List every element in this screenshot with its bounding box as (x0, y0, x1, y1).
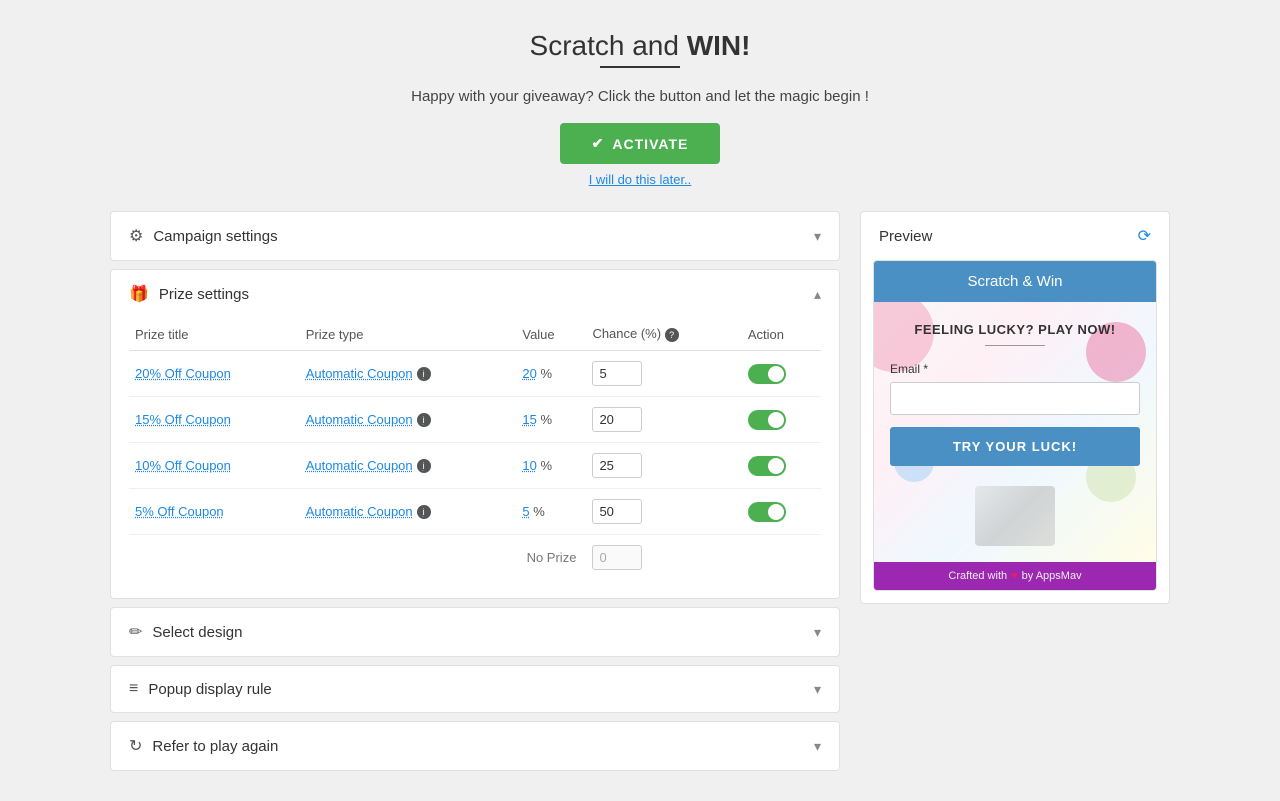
chevron-down-icon-refer: ▾ (814, 738, 821, 755)
refresh-icon-refer: ↻ (129, 736, 142, 756)
percent-sign-2: % (540, 458, 552, 473)
chance-input-0[interactable] (592, 361, 642, 386)
toggle-0[interactable] (748, 364, 786, 384)
coupon-info-icon-1[interactable]: i (417, 413, 431, 427)
coupon-type-1[interactable]: Automatic Coupon i (306, 412, 511, 427)
toggle-2[interactable] (748, 456, 786, 476)
prize-table-wrapper: Prize title Prize type Value Chance (%) … (111, 318, 839, 598)
page-title: Scratch and WIN! (530, 30, 751, 62)
chevron-up-icon: ▴ (814, 286, 821, 303)
select-design-header[interactable]: ✏ Select design ▾ (111, 608, 839, 656)
coupon-info-icon-0[interactable]: i (417, 367, 431, 381)
prize-value-2[interactable]: 10 (522, 458, 536, 473)
popup-display-title: Popup display rule (148, 681, 271, 698)
chance-input-1[interactable] (592, 407, 642, 432)
refer-header[interactable]: ↻ Refer to play again ▾ (111, 722, 839, 770)
campaign-settings-header[interactable]: ⚙ Campaign settings ▾ (111, 212, 839, 260)
prize-title-link-1[interactable]: 15% Off Coupon (135, 412, 231, 427)
prize-value-0[interactable]: 20 (522, 366, 536, 381)
lucky-divider (985, 345, 1045, 346)
select-design-title: Select design (152, 624, 242, 641)
chevron-down-icon: ▾ (814, 228, 821, 245)
popup-display-header[interactable]: ≡ Popup display rule ▾ (111, 666, 839, 712)
prize-settings-header[interactable]: 🎁 Prize settings ▴ (111, 270, 839, 318)
pencil-icon: ✏ (129, 622, 142, 642)
coupon-info-icon-2[interactable]: i (417, 459, 431, 473)
later-link[interactable]: I will do this later.. (589, 172, 692, 187)
prize-value-3[interactable]: 5 (522, 504, 529, 519)
no-prize-row: No Prize (129, 535, 821, 581)
prize-title-link-3[interactable]: 5% Off Coupon (135, 504, 224, 519)
prize-title-link-2[interactable]: 10% Off Coupon (135, 458, 231, 473)
chance-input-3[interactable] (592, 499, 642, 524)
email-input[interactable] (890, 382, 1140, 415)
prize-settings-title: Prize settings (159, 286, 249, 303)
col-prize-type: Prize type (300, 318, 517, 351)
toggle-1[interactable] (748, 410, 786, 430)
campaign-settings-title: Campaign settings (153, 228, 277, 245)
activate-button[interactable]: ✔ ACTIVATE (560, 123, 721, 164)
col-chance: Chance (%) ? (586, 318, 741, 351)
widget-body: FEELING LUCKY? PLAY NOW! Email * TRY YOU… (874, 302, 1156, 562)
chance-input-2[interactable] (592, 453, 642, 478)
prize-title-link-0[interactable]: 20% Off Coupon (135, 366, 231, 381)
sliders-icon: ≡ (129, 680, 138, 698)
heart-icon: ♥ (1011, 570, 1018, 582)
gear-icon: ⚙ (129, 226, 143, 246)
gift-icon: 🎁 (129, 284, 149, 304)
feeling-lucky-text: FEELING LUCKY? PLAY NOW! (890, 322, 1140, 337)
checkmark-icon: ✔ (592, 135, 605, 152)
prize-table: Prize title Prize type Value Chance (%) … (129, 318, 821, 580)
table-row: 10% Off Coupon Automatic Coupon i 10 % (129, 443, 821, 489)
chevron-down-icon-popup: ▾ (814, 681, 821, 698)
prize-settings-section: 🎁 Prize settings ▴ Prize title Prize typ… (110, 269, 840, 599)
preview-title: Preview (879, 228, 932, 245)
widget-footer: Crafted with ♥ by AppsMav (874, 562, 1156, 590)
select-design-section: ✏ Select design ▾ (110, 607, 840, 657)
percent-sign-0: % (540, 366, 552, 381)
refer-title: Refer to play again (152, 738, 278, 755)
no-prize-label: No Prize (527, 550, 577, 565)
widget-header: Scratch & Win (874, 261, 1156, 302)
coupon-info-icon-3[interactable]: i (417, 505, 431, 519)
left-panel: ⚙ Campaign settings ▾ 🎁 Prize settings ▴ (110, 211, 840, 771)
percent-sign-1: % (540, 412, 552, 427)
table-row: 5% Off Coupon Automatic Coupon i 5 % (129, 489, 821, 535)
coupon-type-2[interactable]: Automatic Coupon i (306, 458, 511, 473)
toggle-3[interactable] (748, 502, 786, 522)
scratch-visual (975, 486, 1055, 546)
table-row: 15% Off Coupon Automatic Coupon i 15 % (129, 397, 821, 443)
refresh-icon-preview[interactable]: ⟳ (1138, 226, 1151, 246)
try-luck-button[interactable]: TRY YOUR LUCK! (890, 427, 1140, 466)
no-prize-input[interactable] (592, 545, 642, 570)
preview-header: Preview ⟳ (861, 212, 1169, 260)
preview-panel: Preview ⟳ Scratch & Win FEELING LUCKY? P… (860, 211, 1170, 604)
widget-content: FEELING LUCKY? PLAY NOW! Email * TRY YOU… (890, 322, 1140, 546)
campaign-settings-section: ⚙ Campaign settings ▾ (110, 211, 840, 261)
chevron-down-icon-design: ▾ (814, 624, 821, 641)
prize-value-1[interactable]: 15 (522, 412, 536, 427)
email-label: Email * (890, 362, 1140, 376)
coupon-type-0[interactable]: Automatic Coupon i (306, 366, 511, 381)
col-prize-title: Prize title (129, 318, 300, 351)
col-value: Value (516, 318, 586, 351)
chance-info-icon[interactable]: ? (665, 328, 679, 342)
popup-display-section: ≡ Popup display rule ▾ (110, 665, 840, 713)
percent-sign-3: % (533, 504, 545, 519)
table-row: 20% Off Coupon Automatic Coupon i 20 % (129, 351, 821, 397)
preview-widget: Scratch & Win FEELING LUCKY? PLAY NOW! E… (873, 260, 1157, 591)
hero-subtitle: Happy with your giveaway? Click the butt… (411, 88, 869, 105)
col-action: Action (742, 318, 821, 351)
title-underline (600, 66, 680, 68)
coupon-type-3[interactable]: Automatic Coupon i (306, 504, 511, 519)
refer-section: ↻ Refer to play again ▾ (110, 721, 840, 771)
